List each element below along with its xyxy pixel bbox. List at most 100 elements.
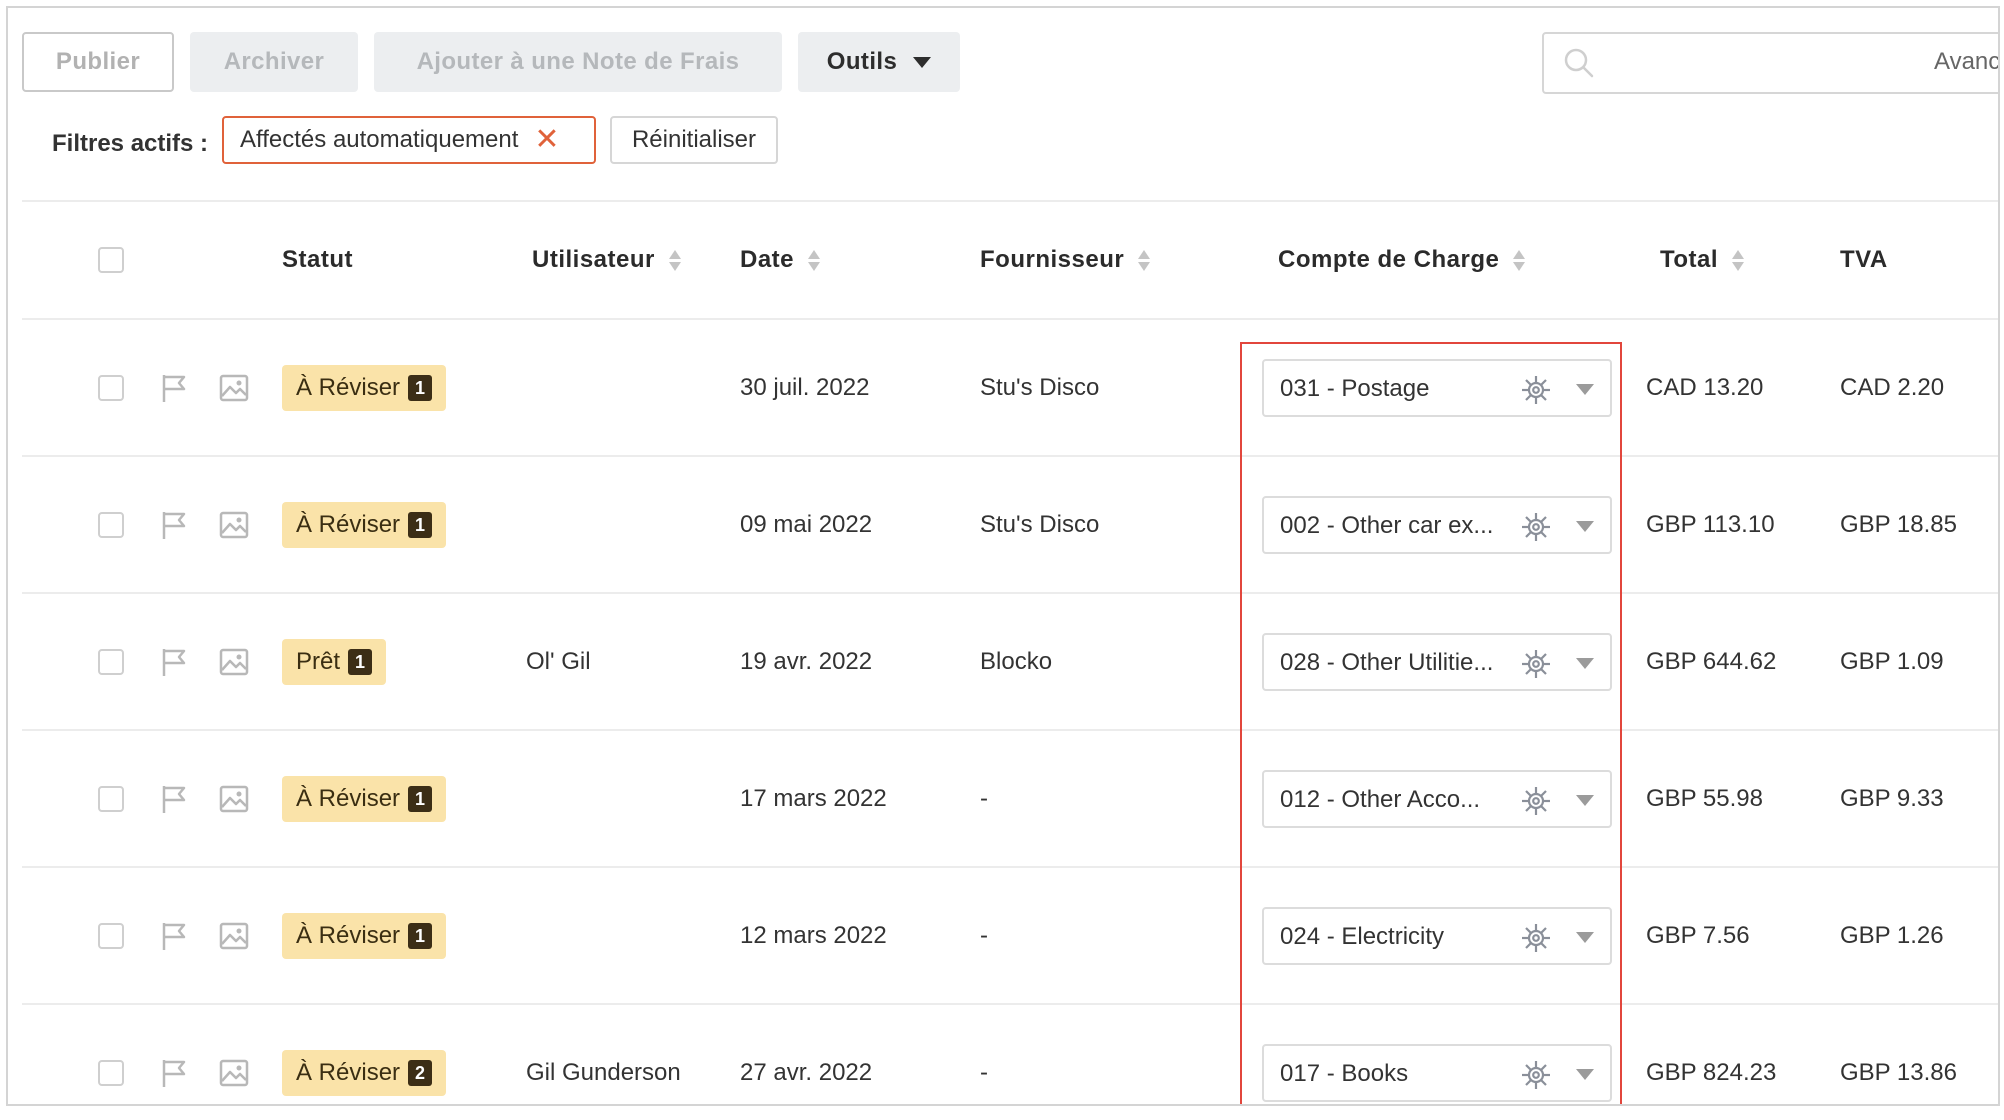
column-header-date[interactable]: Date <box>740 246 821 274</box>
add-to-expense-report-button[interactable]: Ajouter à une Note de Frais <box>374 32 782 92</box>
status-label: À Réviser <box>296 510 401 538</box>
cell-total: GBP 644.62 <box>1646 647 1777 675</box>
row-checkbox[interactable] <box>98 374 124 401</box>
reset-filters-button[interactable]: Réinitialiser <box>610 116 778 164</box>
image-icon[interactable] <box>218 509 250 541</box>
chevron-down-icon[interactable] <box>1576 931 1594 943</box>
table-row[interactable]: À Réviser 2 Gil Gunderson 27 avr. 2022 -… <box>22 1003 1998 1104</box>
image-icon[interactable] <box>218 783 250 815</box>
column-header-account[interactable]: Compte de Charge <box>1278 246 1526 274</box>
image-icon[interactable] <box>218 1057 250 1089</box>
status-count-badge: 1 <box>408 922 433 949</box>
expense-account-select[interactable]: 012 - Other Acco... <box>1262 769 1612 828</box>
expense-account-select[interactable]: 024 - Electricity <box>1262 906 1612 965</box>
column-header-account-label: Compte de Charge <box>1278 246 1500 273</box>
advanced-search-link[interactable]: Avanc <box>1934 48 1998 76</box>
expense-account-select[interactable]: 017 - Books <box>1262 1043 1612 1102</box>
cell-supplier: - <box>980 1058 988 1086</box>
status-label: À Réviser <box>296 373 401 401</box>
cell-date: 12 mars 2022 <box>740 921 887 949</box>
table-row[interactable]: À Réviser 1 12 mars 2022 - 024 - Electri… <box>22 866 1998 1003</box>
gear-icon <box>1522 512 1550 541</box>
app-frame: Publier Archiver Ajouter à une Note de F… <box>6 6 2000 1106</box>
status-label: À Réviser <box>296 784 401 812</box>
expense-account-value: 017 - Books <box>1280 1059 1409 1087</box>
cell-date: 30 juil. 2022 <box>740 373 870 401</box>
row-checkbox[interactable] <box>98 922 124 949</box>
cell-tva: GBP 1.26 <box>1840 921 1944 949</box>
column-header-supplier[interactable]: Fournisseur <box>980 246 1151 274</box>
publish-button[interactable]: Publier <box>22 32 174 92</box>
column-header-tva-label: TVA <box>1840 246 1888 273</box>
row-checkbox[interactable] <box>98 785 124 812</box>
select-all-checkbox[interactable] <box>98 247 124 273</box>
cell-tva: CAD 2.20 <box>1840 373 1945 401</box>
status-label: À Réviser <box>296 1058 401 1086</box>
image-icon[interactable] <box>218 372 250 404</box>
column-header-user-label: Utilisateur <box>532 246 655 273</box>
flag-icon[interactable] <box>158 920 190 952</box>
filter-chip-label: Affectés automatiquement <box>240 126 519 153</box>
cell-total: GBP 113.10 <box>1646 510 1775 538</box>
status-count-badge: 1 <box>408 785 433 812</box>
table-row[interactable]: À Réviser 1 30 juil. 2022 Stu's Disco 03… <box>22 318 1998 455</box>
column-header-total-label: Total <box>1660 246 1719 273</box>
image-icon[interactable] <box>218 920 250 952</box>
chevron-down-icon[interactable] <box>1576 657 1594 669</box>
column-header-tva: TVA <box>1840 246 1888 274</box>
flag-icon[interactable] <box>158 783 190 815</box>
sort-icon[interactable] <box>668 249 681 271</box>
expense-account-select[interactable]: 031 - Postage <box>1262 358 1612 417</box>
flag-icon[interactable] <box>158 646 190 678</box>
cell-user: Ol' Gil <box>526 647 591 675</box>
chevron-down-icon[interactable] <box>1576 1068 1594 1080</box>
search-input[interactable]: Avanc <box>1542 32 1998 94</box>
cell-supplier: Blocko <box>980 647 1053 675</box>
filter-chip-auto-assigned: Affectés automatiquement ✕ <box>222 116 596 164</box>
archive-button[interactable]: Archiver <box>190 32 358 92</box>
flag-icon[interactable] <box>158 1057 190 1089</box>
table-header: Statut Utilisateur Date Fournisseur Comp… <box>22 200 1998 318</box>
sort-icon[interactable] <box>1513 249 1526 271</box>
cell-total: GBP 824.23 <box>1646 1058 1777 1086</box>
status-badge[interactable]: À Réviser 1 <box>282 775 447 822</box>
status-badge[interactable]: À Réviser 1 <box>282 912 447 959</box>
flag-icon[interactable] <box>158 372 190 404</box>
sort-icon[interactable] <box>808 249 821 271</box>
image-icon[interactable] <box>218 646 250 678</box>
row-checkbox[interactable] <box>98 648 124 675</box>
status-badge[interactable]: À Réviser 1 <box>282 364 447 411</box>
column-header-supplier-label: Fournisseur <box>980 246 1125 273</box>
chevron-down-icon[interactable] <box>1576 794 1594 806</box>
close-icon[interactable]: ✕ <box>534 125 559 155</box>
column-header-total[interactable]: Total <box>1660 246 1745 274</box>
expense-account-select[interactable]: 002 - Other car ex... <box>1262 495 1612 554</box>
tools-button[interactable]: Outils <box>798 32 960 92</box>
status-label: À Réviser <box>296 921 401 949</box>
sort-icon[interactable] <box>1138 249 1151 271</box>
receipts-table: Statut Utilisateur Date Fournisseur Comp… <box>22 200 1998 1104</box>
status-count-badge: 2 <box>408 1059 433 1086</box>
expense-account-value: 002 - Other car ex... <box>1280 511 1494 539</box>
table-row[interactable]: À Réviser 1 09 mai 2022 Stu's Disco 002 … <box>22 455 1998 592</box>
chevron-down-icon[interactable] <box>1576 520 1594 532</box>
status-badge[interactable]: À Réviser 2 <box>282 1049 447 1096</box>
table-row[interactable]: Prêt 1 Ol' Gil 19 avr. 2022 Blocko 028 -… <box>22 592 1998 729</box>
row-checkbox[interactable] <box>98 511 124 538</box>
gear-icon <box>1522 1060 1550 1089</box>
cell-total: GBP 7.56 <box>1646 921 1750 949</box>
expense-account-select[interactable]: 028 - Other Utilitie... <box>1262 632 1612 691</box>
chevron-down-icon[interactable] <box>1576 383 1594 395</box>
cell-tva: GBP 18.85 <box>1840 510 1957 538</box>
column-header-user[interactable]: Utilisateur <box>532 246 681 274</box>
status-badge[interactable]: Prêt 1 <box>282 638 387 685</box>
flag-icon[interactable] <box>158 509 190 541</box>
row-checkbox[interactable] <box>98 1059 124 1086</box>
status-label: Prêt <box>296 647 341 675</box>
table-row[interactable]: À Réviser 1 17 mars 2022 - 012 - Other A… <box>22 729 1998 866</box>
status-badge[interactable]: À Réviser 1 <box>282 501 447 548</box>
sort-icon[interactable] <box>1732 249 1745 271</box>
status-count-badge: 1 <box>408 511 433 538</box>
active-filters-label: Filtres actifs : <box>52 130 209 157</box>
tools-label: Outils <box>826 48 898 75</box>
